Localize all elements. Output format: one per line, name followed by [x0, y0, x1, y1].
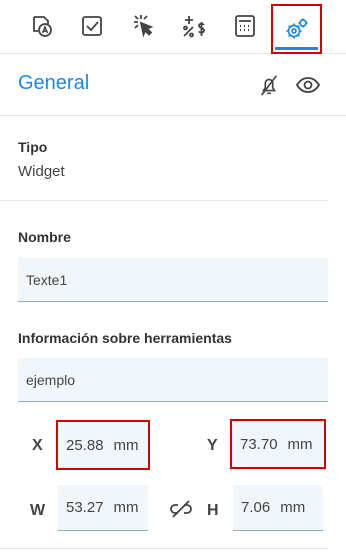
- tool-checkbox[interactable]: [70, 6, 114, 46]
- divider: [0, 200, 328, 201]
- x-position-input[interactable]: 25.88 mm: [56, 420, 150, 470]
- w-label: W: [30, 502, 46, 519]
- text-style-icon: [33, 16, 52, 37]
- x-value: 25.88: [66, 436, 104, 454]
- h-unit: mm: [280, 499, 306, 516]
- y-label: Y: [207, 437, 218, 454]
- tool-click-action[interactable]: [121, 6, 165, 46]
- active-tab-indicator: [275, 47, 318, 50]
- tooltip-label: Información sobre herramientas: [18, 330, 232, 346]
- checkbox-icon: [82, 16, 102, 36]
- calculator-icon: [235, 15, 255, 37]
- tool-percent-currency[interactable]: [172, 6, 216, 46]
- bell-off-icon: [260, 75, 278, 96]
- x-unit: mm: [113, 436, 139, 454]
- w-unit: mm: [113, 499, 139, 516]
- y-value: 73.70: [240, 435, 278, 453]
- section-title: General: [18, 72, 90, 94]
- w-value: 53.27: [66, 499, 104, 516]
- type-label: Tipo: [18, 139, 48, 155]
- h-label: H: [207, 502, 219, 519]
- type-value: Widget: [18, 163, 65, 180]
- height-input[interactable]: 7.06 mm: [233, 485, 323, 531]
- tool-settings[interactable]: [271, 4, 322, 54]
- eye-icon: [295, 77, 321, 93]
- h-value: 7.06: [241, 499, 271, 516]
- tool-calculator[interactable]: [223, 6, 267, 46]
- y-unit: mm: [287, 435, 313, 453]
- name-label: Nombre: [18, 229, 71, 245]
- tooltip-input-value: ejemplo: [26, 371, 76, 388]
- name-input-value: Texte1: [26, 271, 68, 288]
- property-toolbar: [0, 0, 346, 54]
- tooltip-input[interactable]: ejemplo: [18, 358, 328, 402]
- percent-currency-icon: [183, 16, 205, 38]
- width-input[interactable]: 53.27 mm: [58, 485, 148, 531]
- divider: [0, 548, 328, 549]
- unlink-icon[interactable]: [168, 496, 194, 522]
- click-action-icon: [134, 15, 154, 38]
- y-position-input[interactable]: 73.70 mm: [230, 419, 326, 469]
- tool-text-style[interactable]: [20, 6, 64, 46]
- hide-notifications-button[interactable]: [254, 70, 284, 100]
- visibility-button[interactable]: [293, 70, 323, 100]
- settings-gears-icon: [286, 18, 307, 39]
- x-label: X: [32, 437, 43, 454]
- name-input[interactable]: Texte1: [18, 258, 328, 302]
- section-header: General: [0, 54, 346, 116]
